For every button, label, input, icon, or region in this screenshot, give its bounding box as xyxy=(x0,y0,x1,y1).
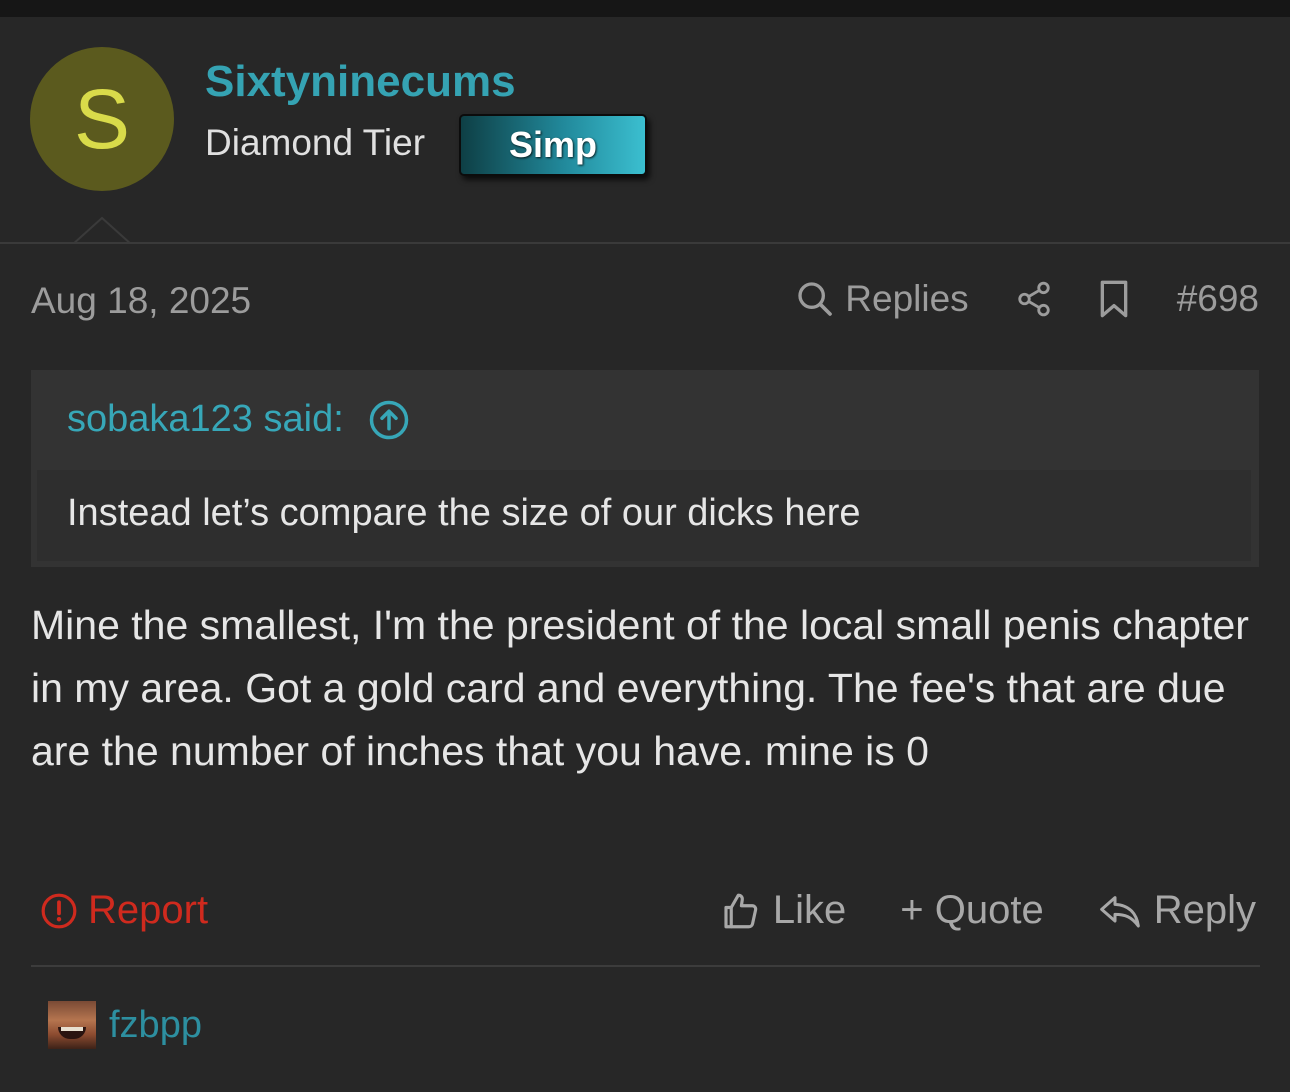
user-badge: Simp xyxy=(459,114,647,176)
reply-label: Reply xyxy=(1153,888,1256,932)
post-meta-actions: Replies #698 xyxy=(795,278,1259,320)
quote-header[interactable]: sobaka123 said: xyxy=(67,398,410,441)
share-icon xyxy=(1018,281,1050,317)
search-icon xyxy=(798,282,833,316)
post-actions: Like + Quote Reply xyxy=(719,888,1256,933)
quote-text: Instead let’s compare the size of our di… xyxy=(67,492,861,534)
liker-avatar[interactable] xyxy=(48,1001,96,1049)
replies-label: Replies xyxy=(845,278,969,319)
reply-button[interactable]: Reply xyxy=(1098,888,1256,933)
author-avatar[interactable]: S xyxy=(30,47,174,191)
arrow-up-circle-icon[interactable] xyxy=(368,399,410,441)
like-label: Like xyxy=(772,888,847,932)
post-date[interactable]: Aug 18, 2025 xyxy=(31,280,251,322)
quote-label: + Quote xyxy=(900,888,1044,932)
reply-arrow-icon xyxy=(1099,895,1140,927)
post-body-text: Mine the smallest, I'm the president of … xyxy=(31,602,1249,774)
author-tier: Diamond Tier xyxy=(205,122,426,163)
avatar-teeth xyxy=(61,1027,83,1031)
post-number-link[interactable]: #698 xyxy=(1177,278,1259,320)
replies-button[interactable]: Replies xyxy=(795,278,969,320)
alert-circle-icon xyxy=(41,893,77,928)
share-button[interactable] xyxy=(1015,280,1053,318)
quote-button[interactable]: + Quote xyxy=(900,888,1043,933)
quote-author[interactable]: sobaka123 said: xyxy=(67,398,344,441)
quote-block: sobaka123 said: Instead let’s compare th… xyxy=(31,370,1259,567)
likes-bar: fzbpp xyxy=(48,1001,202,1049)
post-author-header: S Sixtyninecums Diamond Tier Simp xyxy=(0,17,1290,244)
liker-username[interactable]: fzbpp xyxy=(109,1004,202,1047)
thumbs-up-icon xyxy=(724,893,758,928)
bookmark-icon xyxy=(1100,280,1128,318)
report-button[interactable]: Report xyxy=(40,888,208,933)
like-button[interactable]: Like xyxy=(719,888,846,933)
bookmark-button[interactable] xyxy=(1097,279,1131,319)
author-username[interactable]: Sixtyninecums xyxy=(205,57,516,107)
report-label: Report xyxy=(88,888,209,932)
top-bar xyxy=(0,0,1290,17)
header-divider xyxy=(0,242,1290,244)
reactions-divider xyxy=(31,965,1260,967)
avatar-letter: S xyxy=(73,72,131,166)
quote-content: Instead let’s compare the size of our di… xyxy=(37,470,1251,561)
